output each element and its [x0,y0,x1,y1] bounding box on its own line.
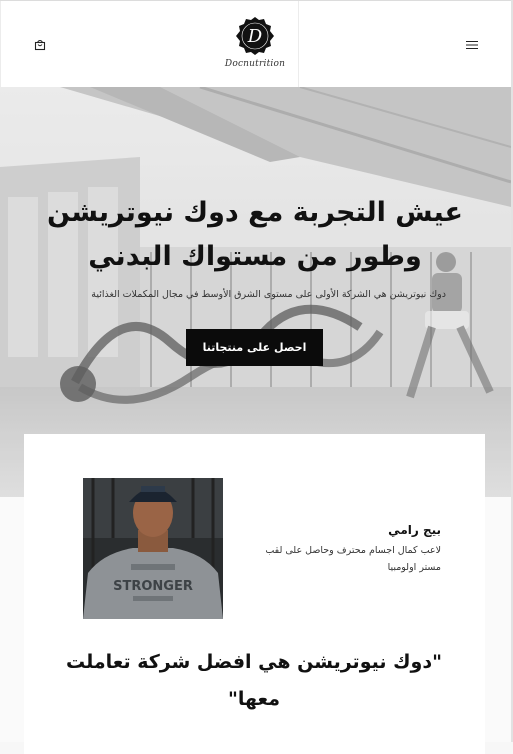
brand-logo[interactable]: D Docnutrition [218,15,292,77]
get-products-button[interactable]: احصل على منتجاتنا [186,329,323,366]
header-divider [0,1,1,87]
logo-badge-icon: D [236,17,274,55]
page: D Docnutrition عيش التجربة مع دوك نيوتري… [0,0,513,754]
testimonial-photo: STRONGER [83,478,223,619]
hero-title: عيش التجربة مع دوك نيوتريشن وطور من مستو… [47,197,463,272]
shirt-print-text: STRONGER [113,579,193,594]
site-header: D Docnutrition [0,0,511,88]
testimonial-quote: "دوك نيوتريشن هي افضل شركة تعاملت معها" [65,651,442,710]
athlete-portrait-image: STRONGER [83,478,223,619]
testimonial-role: لاعب كمال اجسام محترف وحاصل على لقب مستر… [265,545,441,573]
hero-subtitle: دوك نيوتريشن هي الشركة الأولى على مستوى … [91,289,446,300]
logo-wordmark: Docnutrition [224,59,286,69]
testimonial-card: STRONGER بيج رامي لاعب كمال اجسام محترف … [24,434,485,754]
header-divider [298,1,299,87]
shopping-bag-icon [34,40,46,51]
hamburger-menu-icon [466,41,478,49]
cart-button[interactable] [30,35,50,55]
menu-toggle-button[interactable] [461,35,483,55]
logo-letter: D [247,26,263,47]
testimonial-name: بيج رامي [388,523,441,537]
